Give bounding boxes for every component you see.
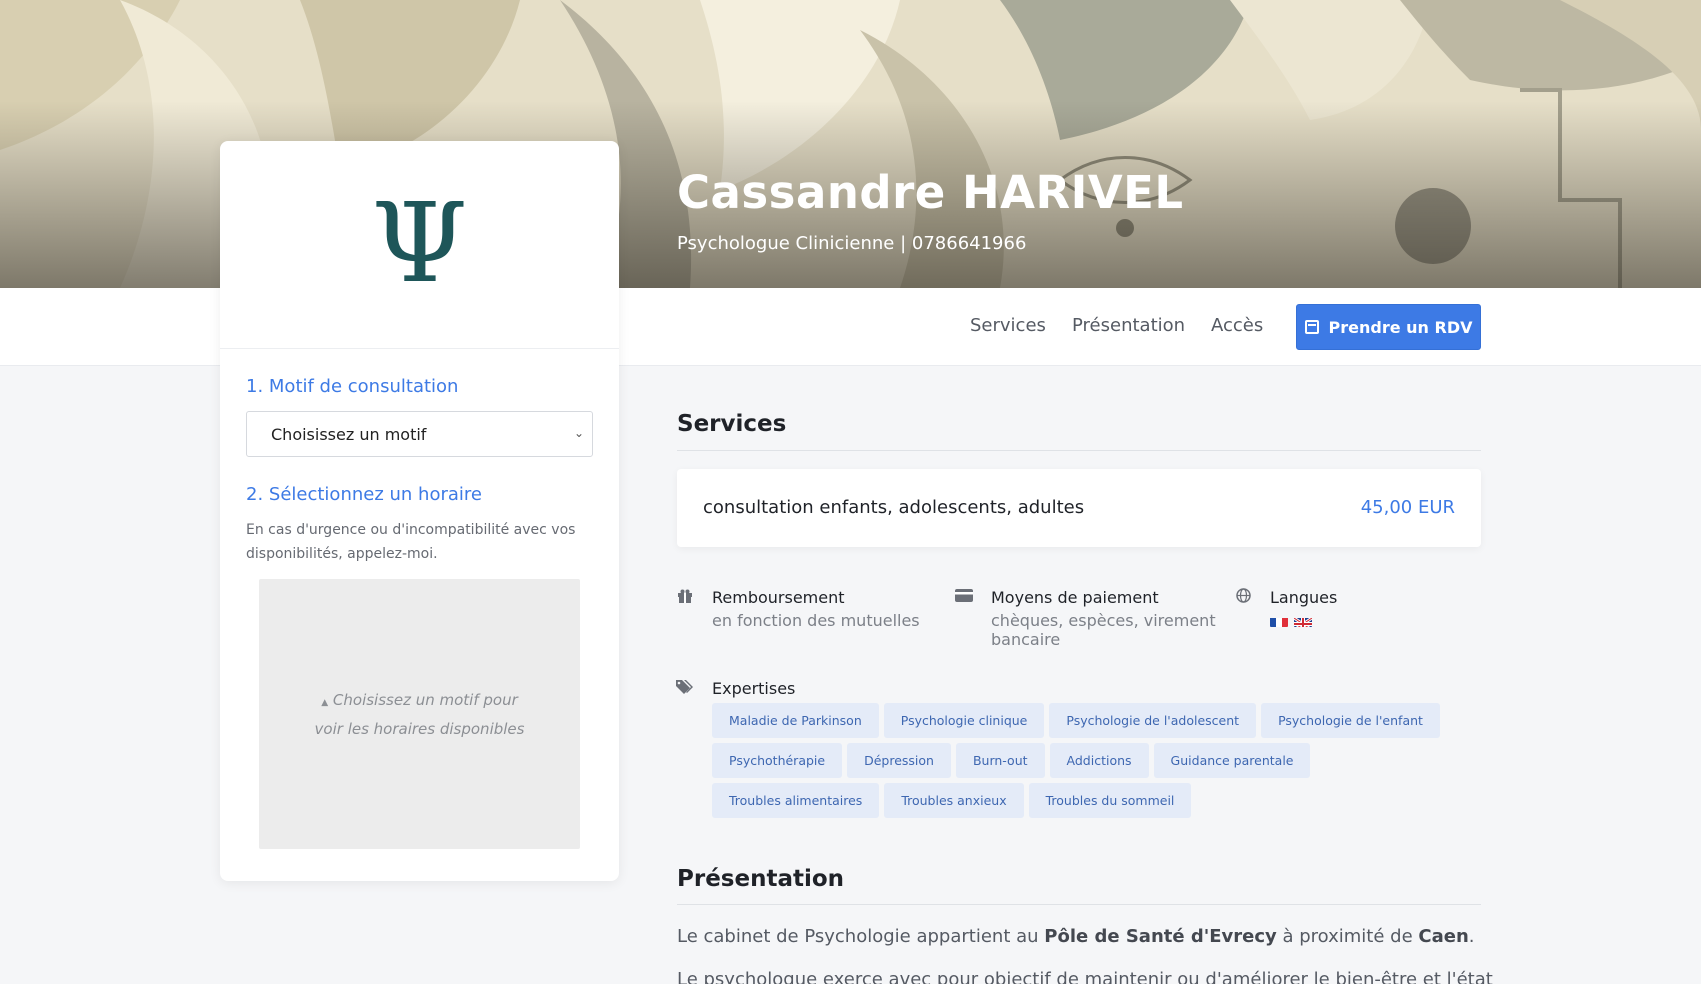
presentation-paragraph-2: Le psychologue exerce avec pour objectif… bbox=[677, 969, 1493, 984]
expertises-title: Expertises bbox=[712, 679, 796, 698]
chevron-down-icon: ⌄ bbox=[573, 426, 584, 440]
nav-link-presentation[interactable]: Présentation bbox=[1072, 315, 1185, 336]
caret-up-icon: ▲ bbox=[321, 697, 329, 708]
expertise-tag[interactable]: Psychothérapie bbox=[712, 743, 843, 778]
expertise-tag[interactable]: Troubles alimentaires bbox=[712, 783, 880, 818]
motif-select[interactable]: Choisissez un motif ⌄ bbox=[246, 411, 593, 457]
expertise-tag[interactable]: Troubles du sommeil bbox=[1028, 783, 1192, 818]
presentation-text: Le cabinet de Psychologie appartient au bbox=[677, 926, 1045, 947]
gift-icon bbox=[678, 589, 692, 603]
expertise-tag[interactable]: Troubles anxieux bbox=[884, 783, 1024, 818]
nav-link-services[interactable]: Services bbox=[970, 315, 1046, 336]
presentation-heading: Présentation bbox=[677, 866, 845, 892]
urgency-hint: En cas d'urgence ou d'incompatibilité av… bbox=[246, 522, 576, 562]
service-item[interactable]: consultation enfants, adolescents, adult… bbox=[677, 469, 1481, 547]
expertise-tag[interactable]: Guidance parentale bbox=[1153, 743, 1311, 778]
services-divider bbox=[677, 450, 1481, 451]
globe-icon bbox=[1236, 588, 1251, 603]
book-appointment-label: Prendre un RDV bbox=[1328, 317, 1473, 337]
reimbursement-title: Remboursement bbox=[712, 588, 845, 607]
credit-card-icon bbox=[955, 589, 973, 602]
booking-card: Ψ 1. Motif de consultation Choisissez un… bbox=[220, 141, 619, 881]
payment-title: Moyens de paiement bbox=[991, 588, 1159, 607]
service-name: consultation enfants, adolescents, adult… bbox=[703, 497, 1085, 518]
expertise-tag[interactable]: Burn-out bbox=[955, 743, 1045, 778]
time-slots-placeholder: ▲ Choisissez un motif pour voir les hora… bbox=[310, 687, 530, 742]
presentation-text: . bbox=[1468, 926, 1475, 947]
services-heading: Services bbox=[677, 411, 787, 437]
step1-title: 1. Motif de consultation bbox=[246, 376, 459, 397]
expertise-tag[interactable]: Dépression bbox=[847, 743, 951, 778]
presentation-text: à proximité de bbox=[1276, 926, 1419, 947]
expertise-tag[interactable]: Psychologie clinique bbox=[883, 703, 1045, 738]
payment-value: chèques, espèces, virement bancaire bbox=[991, 611, 1216, 649]
expertise-tag[interactable]: Psychologie de l'adolescent bbox=[1049, 703, 1257, 738]
fr-flag-icon bbox=[1270, 615, 1288, 627]
practitioner-subtitle: Psychologue Clinicienne | 0786641966 bbox=[677, 233, 1027, 254]
book-appointment-button[interactable]: Prendre un RDV bbox=[1296, 304, 1481, 350]
presentation-bold-text: Caen bbox=[1418, 926, 1469, 947]
expertise-tag[interactable]: Addictions bbox=[1049, 743, 1149, 778]
nav-link-acces[interactable]: Accès bbox=[1211, 315, 1263, 336]
time-slots-placeholder-text: Choisissez un motif pour voir les horair… bbox=[314, 690, 525, 738]
uk-flag-icon bbox=[1294, 615, 1312, 627]
practitioner-name: Cassandre HARIVEL bbox=[677, 166, 1184, 219]
languages-title: Langues bbox=[1270, 588, 1338, 607]
step2-title: 2. Sélectionnez un horaire bbox=[246, 484, 482, 505]
time-slots-panel: ▲ Choisissez un motif pour voir les hora… bbox=[259, 579, 580, 849]
presentation-paragraph-1: Le cabinet de Psychologie appartient au … bbox=[677, 926, 1475, 947]
service-price: 45,00 EUR bbox=[1360, 497, 1455, 518]
calendar-icon bbox=[1304, 320, 1319, 334]
presentation-bold-text: Pôle de Santé d'Evrecy bbox=[1044, 926, 1277, 947]
expertise-tag-list: Maladie de Parkinson Psychologie cliniqu… bbox=[712, 703, 1472, 818]
presentation-divider bbox=[677, 904, 1481, 905]
tags-icon bbox=[676, 680, 693, 694]
reimbursement-value: en fonction des mutuelles bbox=[712, 611, 920, 630]
practice-logo: Ψ bbox=[220, 141, 619, 349]
expertise-tag[interactable]: Maladie de Parkinson bbox=[712, 703, 879, 738]
psi-logo-icon: Ψ bbox=[371, 178, 468, 307]
motif-select-value: Choisissez un motif bbox=[271, 424, 427, 444]
expertise-tag[interactable]: Psychologie de l'enfant bbox=[1261, 703, 1440, 738]
